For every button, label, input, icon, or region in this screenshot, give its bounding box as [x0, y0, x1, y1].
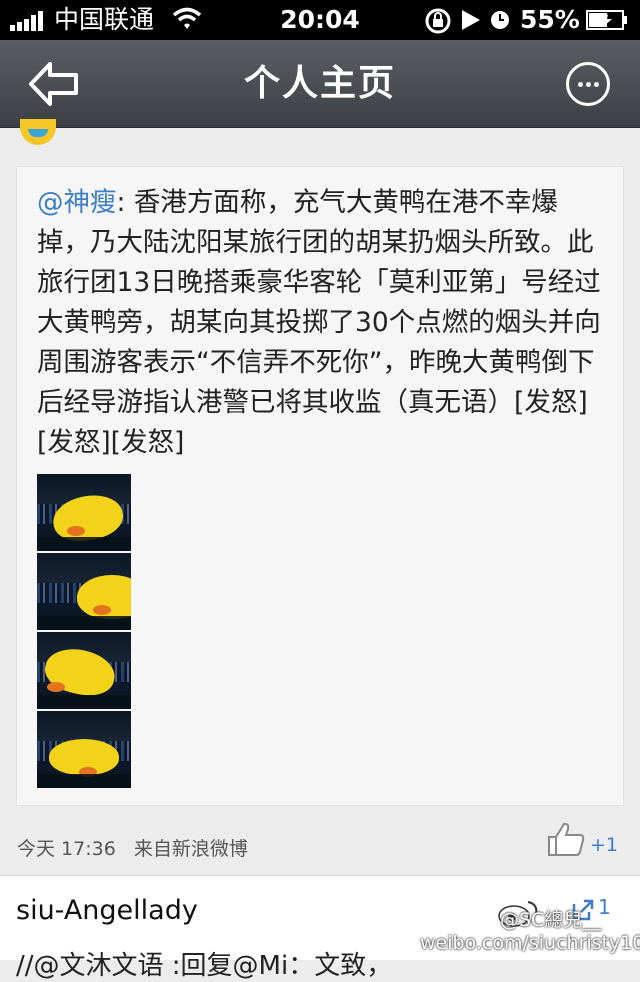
status-icons: 55%	[424, 0, 634, 40]
next-post-text: //@文沐文语 :回复@Mi：文致，	[16, 951, 393, 981]
image-thumbnail[interactable]	[37, 474, 131, 788]
alarm-icon	[491, 11, 509, 29]
content-area: @神瘦: 香港方面称，充气大黄鸭在港不幸爆掉，乃大陆沈阳某旅行团的胡某扔烟头所致…	[0, 119, 640, 981]
post-meta: 今天 17:36 来自新浪微博	[17, 834, 248, 861]
duck-photo-2	[37, 553, 131, 630]
reposted-weibo[interactable]: @神瘦: 香港方面称，充气大黄鸭在港不幸爆掉，乃大陆沈阳某旅行团的胡某扔烟头所致…	[16, 166, 624, 806]
emoji-icon	[20, 119, 56, 145]
duck-photo-4	[37, 711, 131, 788]
navigation-bar: 个人主页	[0, 40, 640, 128]
thumbs-up-icon[interactable]	[546, 821, 586, 857]
mention-link[interactable]: @神瘦	[37, 187, 117, 218]
duck-photo-1	[37, 474, 131, 551]
rotation-lock-icon	[425, 8, 451, 34]
more-options-button[interactable]	[566, 62, 610, 106]
username[interactable]: siu-Angellady	[16, 895, 198, 926]
watermark-handle: @SC總兒__	[500, 909, 602, 931]
duck-photo-3	[37, 632, 131, 709]
like-count[interactable]: +1	[590, 834, 618, 856]
battery-percent: 55%	[520, 5, 580, 34]
status-bar: 中国联通 20:04 55%	[0, 0, 640, 40]
battery-icon	[586, 10, 627, 30]
reposted-body: : 香港方面称，充气大黄鸭在港不幸爆掉，乃大陆沈阳某旅行团的胡某扔烟头所致。此旅…	[37, 187, 601, 458]
post-source: 来自新浪微博	[133, 838, 248, 860]
reposted-text: @神瘦: 香港方面称，充气大黄鸭在港不幸爆掉，乃大陆沈阳某旅行团的胡某扔烟头所致…	[37, 183, 605, 463]
page-title: 个人主页	[243, 63, 396, 104]
post-time: 今天 17:36	[17, 838, 116, 860]
watermark-url: weibo.com/siuchristy1018	[420, 932, 640, 954]
play-icon	[462, 10, 480, 30]
